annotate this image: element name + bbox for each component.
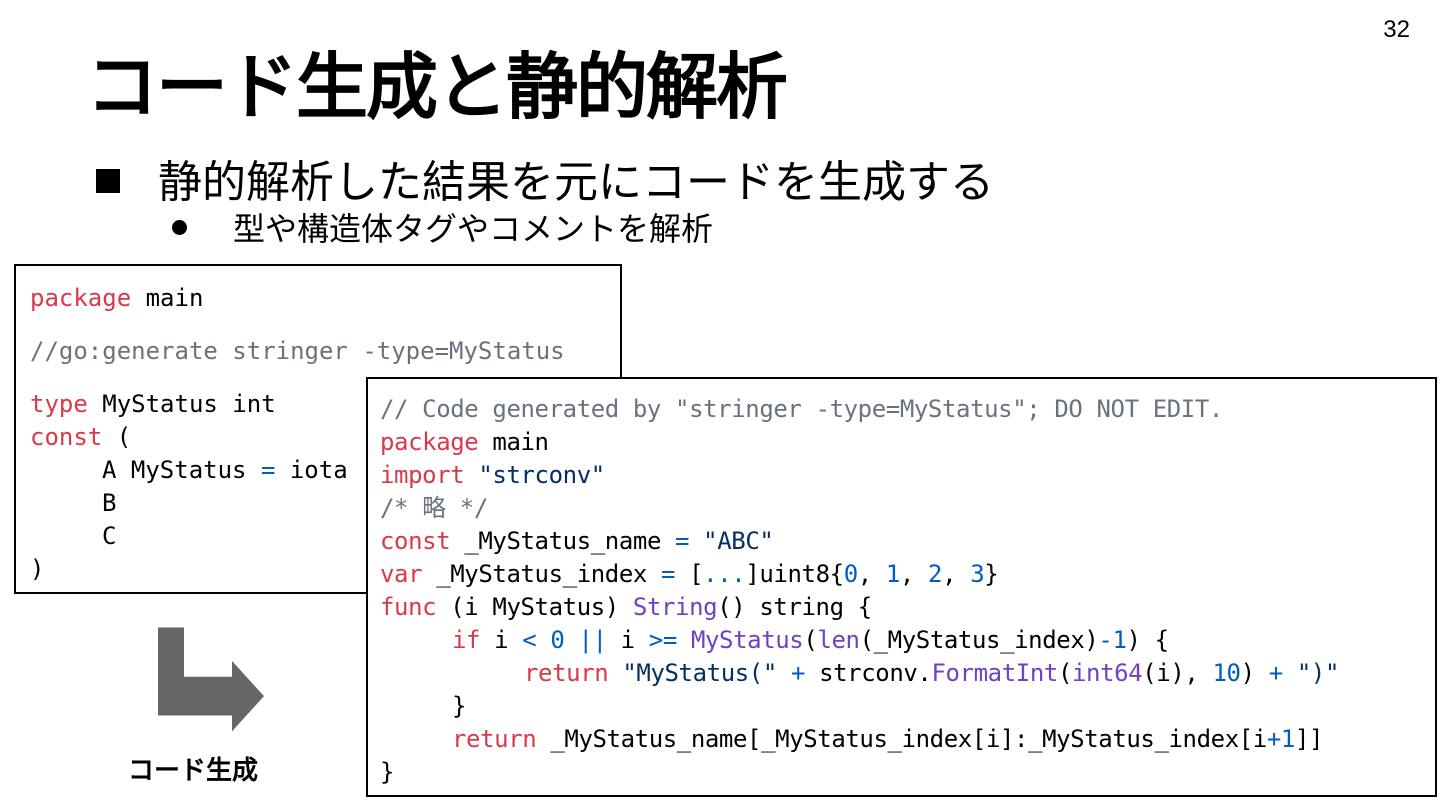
code-string: "ABC" <box>703 527 774 555</box>
code-token: ... <box>703 560 746 588</box>
bent-arrow-icon <box>158 627 264 732</box>
code-token: iota <box>275 456 348 484</box>
code-token: i <box>606 626 649 654</box>
code-token: = <box>675 527 690 555</box>
code-token: strconv. <box>805 659 932 687</box>
code-token: } <box>452 692 467 720</box>
code-token: const <box>380 527 451 555</box>
code-token: >= <box>648 626 678 654</box>
code-function: String <box>632 593 718 621</box>
code-token: return <box>452 725 537 753</box>
code-comment: /* 略 */ <box>380 494 488 522</box>
code-function: MyStatus <box>690 626 804 654</box>
bullet-level1: 静的解析した結果を元にコードを生成する <box>96 146 994 210</box>
code-token: () string { <box>717 593 872 621</box>
code-number: -1 <box>1098 626 1127 654</box>
code-token: A MyStatus <box>102 456 261 484</box>
code-string: "MyStatus(" <box>622 659 777 687</box>
code-token: || <box>578 626 608 654</box>
code-token: (_MyStatus_index) <box>859 626 1099 654</box>
code-number: 1 <box>885 560 900 588</box>
code-comment: // Code generated by "stringer -type=MyS… <box>380 395 1223 423</box>
bullet-level1-text: 静的解析した結果を元にコードを生成する <box>158 157 994 208</box>
square-bullet-icon <box>96 169 120 193</box>
code-token: if <box>452 626 481 654</box>
code-token: + <box>790 659 806 687</box>
code-comment: //go:generate stringer -type=MyStatus <box>30 337 565 365</box>
code-token: } <box>380 758 395 786</box>
round-bullet-icon <box>172 219 187 235</box>
code-number: 0 <box>843 560 858 588</box>
code-token: < <box>522 626 537 654</box>
bullet-level2: 型や構造体タグやコメントを解析 <box>172 204 713 250</box>
code-token: import <box>380 461 465 489</box>
code-token: uint8{ <box>759 560 844 588</box>
code-token: + <box>1266 725 1281 753</box>
code-function: FormatInt <box>931 659 1058 687</box>
code-token: (i MyStatus) <box>436 593 633 621</box>
code-token: C <box>102 522 117 550</box>
generated-code-box: // Code generated by "stringer -type=MyS… <box>366 377 1437 797</box>
page-number: 32 <box>1383 16 1410 43</box>
bullet-level2-text: 型や構造体タグやコメントを解析 <box>233 210 714 248</box>
code-token: ( <box>102 423 132 451</box>
code-string: ")" <box>1296 659 1340 687</box>
code-token: _MyStatus_index <box>422 560 661 588</box>
generated-code: // Code generated by "stringer -type=MyS… <box>380 395 1340 786</box>
code-token: ) <box>30 555 45 583</box>
code-token: = <box>661 560 676 588</box>
code-string: "strconv" <box>478 461 605 489</box>
code-function: len <box>817 626 860 654</box>
slide-title: コード生成と静的解析 <box>86 45 788 129</box>
code-number: 10 <box>1212 659 1242 687</box>
code-number: 3 <box>970 560 985 588</box>
code-token: _MyStatus_name[_MyStatus_index[i]:_MySta… <box>536 725 1267 753</box>
code-token: main <box>478 428 549 456</box>
code-token: var <box>380 560 423 588</box>
code-function: int64 <box>1072 659 1143 687</box>
code-token: MyStatus int <box>87 390 276 418</box>
arrow-label: コード生成 <box>128 756 259 786</box>
code-token: return <box>524 659 609 687</box>
code-token: package <box>380 428 479 456</box>
code-number: 1 <box>1280 725 1295 753</box>
code-token: + <box>1268 659 1283 687</box>
code-token: func <box>380 593 437 621</box>
code-token: type <box>30 390 88 418</box>
code-token: _MyStatus_name <box>450 527 676 555</box>
code-number: 2 <box>928 560 943 588</box>
code-token: ) { <box>1126 626 1170 654</box>
code-token: const <box>30 423 103 451</box>
code-token: i <box>480 626 523 654</box>
code-token: package <box>30 284 132 312</box>
code-token: = <box>260 456 276 484</box>
code-token: ]] <box>1294 725 1324 753</box>
code-token: main <box>131 284 204 312</box>
code-token: (i), <box>1142 659 1213 687</box>
code-token: B <box>102 489 117 517</box>
code-number: 0 <box>550 626 565 654</box>
